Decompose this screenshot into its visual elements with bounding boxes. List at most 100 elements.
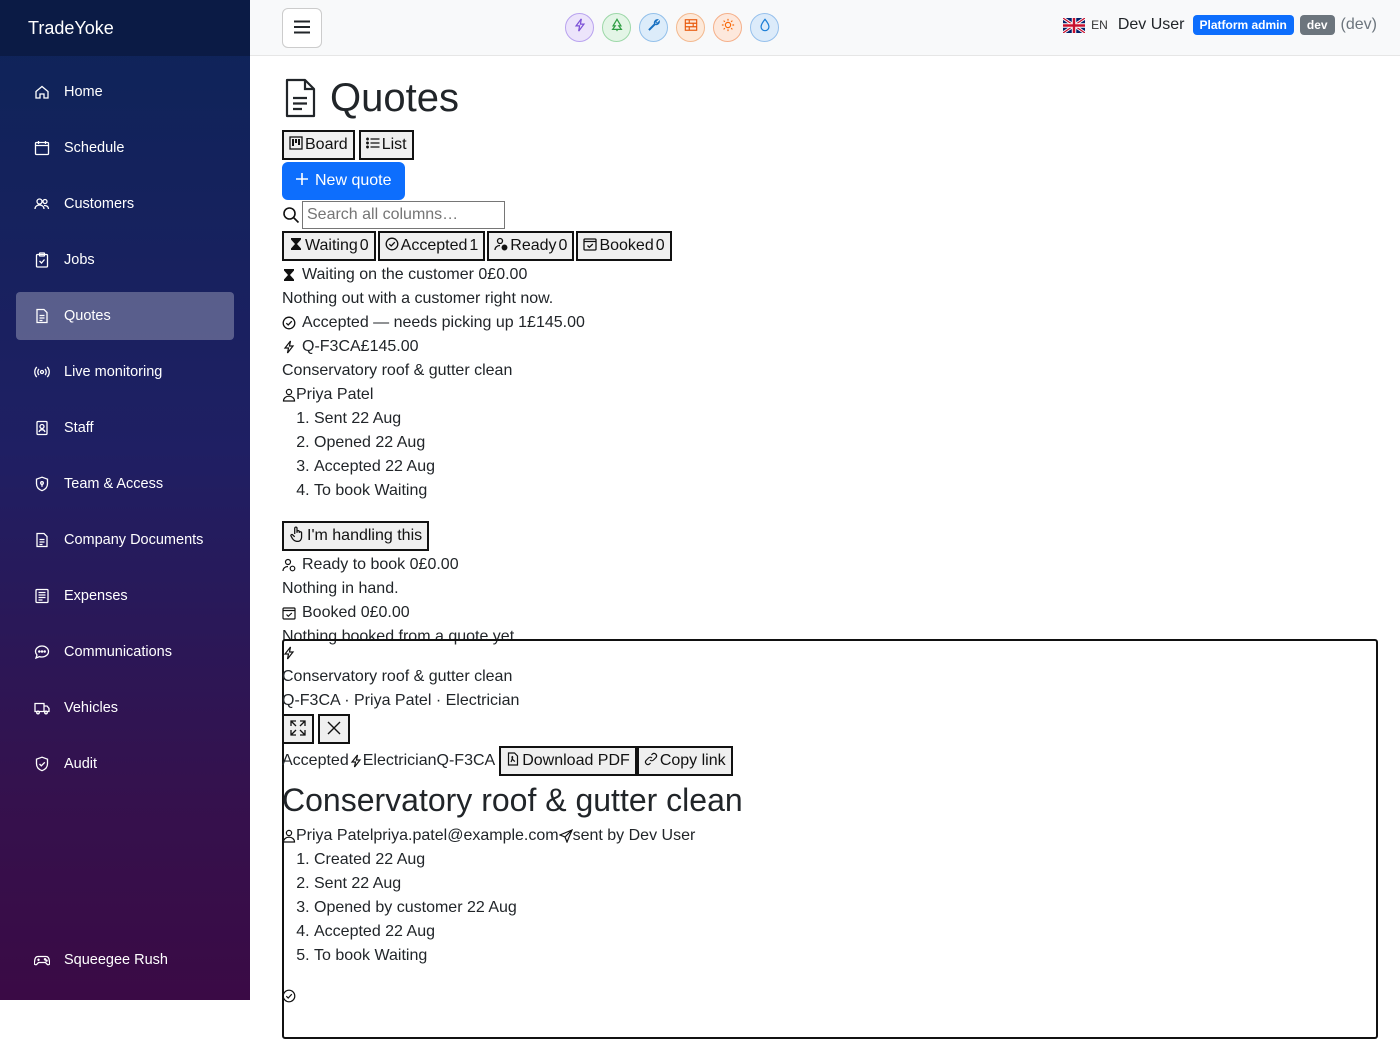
quote-ref: Q-F3CA (436, 752, 496, 769)
droplet-icon (758, 18, 772, 37)
trade-pill-plumbing[interactable] (639, 13, 668, 42)
check-circle-icon (282, 316, 296, 330)
handling-label: I'm handling this (307, 527, 423, 544)
sidebar-item-label: Expenses (64, 588, 128, 604)
link-icon (644, 752, 658, 771)
sidebar-item-label: Audit (64, 756, 98, 772)
lightning-icon (573, 18, 587, 37)
sidebar-item-communications[interactable]: Communications (16, 628, 234, 676)
filter-ready-button[interactable]: Ready 0 (487, 231, 575, 261)
sidebar-item-audit[interactable]: Audit (16, 740, 234, 788)
calendar-icon (34, 140, 50, 156)
uk-flag-icon[interactable] (1062, 16, 1086, 34)
trade-pill-gardening[interactable] (602, 13, 631, 42)
menu-toggle-button[interactable] (282, 8, 322, 48)
column-heading-waiting: Waiting on the customer 0 £0.00 (282, 263, 1382, 287)
filter-accepted-button[interactable]: Accepted 1 (377, 231, 486, 261)
sidebar-item-label: Quotes (64, 308, 111, 324)
sidebar-item-company-documents[interactable]: Company Documents (16, 516, 234, 564)
status-label: Accepted (282, 752, 349, 769)
download-pdf-button[interactable]: Download PDF (499, 746, 637, 776)
sidebar-item-staff[interactable]: Staff (16, 404, 234, 452)
quote-title: Conservatory roof & gutter clean (282, 362, 513, 379)
sidebar-item-label: Squeegee Rush (64, 952, 168, 968)
close-button[interactable] (318, 714, 350, 744)
brand-logo[interactable]: TradeYoke (0, 0, 250, 56)
trade-pill-electrician[interactable] (565, 13, 594, 42)
sidebar-item-expenses[interactable]: Expenses (16, 572, 234, 620)
sidebar-item-label: Communications (64, 644, 172, 660)
status-filters: Waiting 0 Accepted 1 Ready 0 Booked 0 (282, 231, 1382, 261)
sidebar-item-home[interactable]: Home (16, 68, 234, 116)
quote-customer: Priya Patel (282, 383, 1382, 407)
quote-ref: Q-F3CA (302, 338, 361, 355)
timeline-step: Opened by customer 22 Aug (314, 896, 1376, 920)
filter-count: 0 (359, 237, 369, 254)
column-heading-booked: Booked 0 £0.00 (282, 601, 1382, 625)
lightning-icon (282, 340, 296, 354)
gamepad-icon (34, 952, 50, 968)
search-row (282, 200, 1382, 230)
trade-pill-solar[interactable] (713, 13, 742, 42)
sidebar-item-jobs[interactable]: Jobs (16, 236, 234, 284)
board-view-button[interactable]: Board (282, 130, 355, 160)
sidebar-item-label: Schedule (64, 140, 125, 156)
timeline-step: Opened 22 Aug (314, 431, 1382, 455)
sidebar-item-label: Live monitoring (64, 364, 163, 380)
column-count: 1 (518, 314, 528, 331)
timeline-step: Accepted 22 Aug (314, 920, 1376, 944)
customer-email[interactable]: priya.patel@example.com (373, 824, 558, 848)
page-title: Quotes (330, 76, 459, 120)
user-name[interactable]: Dev User (1118, 16, 1185, 34)
panel-window-actions (282, 714, 1376, 744)
document-icon (34, 308, 50, 324)
customer-name: Priya Patel (296, 827, 374, 844)
filter-booked-button[interactable]: Booked 0 (576, 231, 672, 261)
filter-label: Ready (510, 237, 557, 254)
new-quote-label: New quote (315, 172, 392, 189)
sidebar-item-squeegee-rush[interactable]: Squeegee Rush (16, 936, 234, 984)
person-gear-icon (282, 558, 296, 572)
sidebar: TradeYoke Home Schedule Customers Jobs Q… (0, 0, 250, 1000)
timeline-step: To book Waiting (314, 944, 1376, 968)
filter-label: Booked (599, 237, 654, 254)
panel-timeline: Created 22 Aug Sent 22 Aug Opened by cus… (282, 848, 1376, 968)
quote-card[interactable]: Q-F3CA £145.00 Conservatory roof & gutter… (282, 335, 1382, 553)
sidebar-item-quotes[interactable]: Quotes (16, 292, 234, 340)
sidebar-item-vehicles[interactable]: Vehicles (16, 684, 234, 732)
person-gear-icon (494, 237, 508, 256)
sidebar-item-customers[interactable]: Customers (16, 180, 234, 228)
new-quote-button[interactable]: New quote (282, 162, 405, 200)
copy-link-button[interactable]: Copy link (636, 746, 733, 776)
hourglass-icon (289, 237, 303, 256)
shield-icon (34, 476, 50, 492)
sidebar-item-team-access[interactable]: Team & Access (16, 460, 234, 508)
quote-detail-panel: Conservatory roof & gutter clean Q-F3CA … (282, 639, 1378, 1039)
trade-pill-building[interactable] (676, 13, 705, 42)
expand-button[interactable] (282, 714, 314, 744)
quote-timeline: Sent 22 Aug Opened 22 Aug Accepted 22 Au… (282, 407, 1382, 503)
column-total: £0.00 (487, 266, 528, 283)
check-circle-icon (385, 237, 399, 256)
filter-count: 0 (558, 237, 568, 254)
list-view-button[interactable]: List (358, 130, 414, 160)
env-label: (dev) (1340, 16, 1377, 33)
column-title: Accepted — needs picking up (302, 314, 514, 331)
trade-pill-cleaning[interactable] (750, 13, 779, 42)
board-label: Board (305, 136, 348, 153)
sidebar-item-live-monitoring[interactable]: Live monitoring (16, 348, 234, 396)
sidebar-item-schedule[interactable]: Schedule (16, 124, 234, 172)
copy-label: Copy link (659, 752, 726, 769)
sidebar-item-label: Company Documents (64, 532, 204, 548)
panel-heading: Conservatory roof & gutter clean (282, 782, 743, 818)
shield-check-icon (34, 756, 50, 772)
language-code[interactable]: EN (1091, 18, 1108, 32)
panel-meta-row: Accepted Electrician Q-F3CA Download PDF … (282, 746, 1376, 776)
timeline-step: To book Waiting (314, 479, 1382, 503)
sun-icon (721, 18, 735, 37)
quote-amount: £145.00 (360, 338, 419, 355)
hamburger-icon (293, 20, 311, 37)
filter-waiting-button[interactable]: Waiting 0 (282, 231, 376, 261)
search-input[interactable] (302, 201, 505, 229)
handling-this-button[interactable]: I'm handling this (282, 521, 430, 551)
